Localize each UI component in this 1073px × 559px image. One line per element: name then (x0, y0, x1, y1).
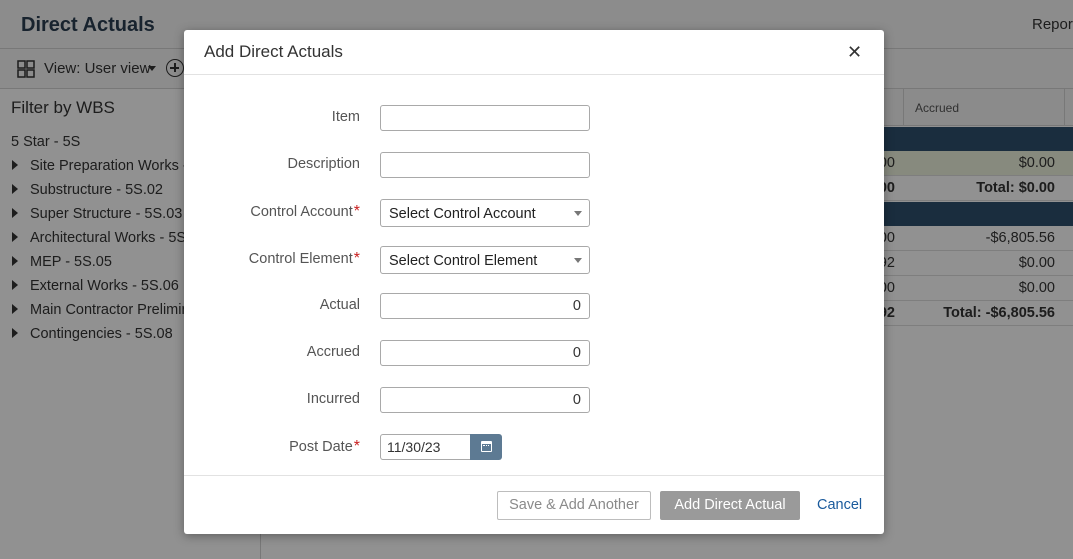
item-input[interactable] (380, 105, 590, 131)
add-direct-actuals-dialog: Add Direct Actuals ✕ Item Description Co… (184, 30, 884, 534)
dialog-title: Add Direct Actuals (204, 42, 343, 61)
post-date-label: Post Date* (289, 438, 360, 455)
control-element-value: Select Control Element (389, 253, 538, 269)
accrued-label: Accrued (306, 344, 360, 360)
calendar-icon (481, 441, 492, 452)
required-marker: * (353, 438, 360, 455)
accrued-input[interactable] (380, 340, 590, 366)
save-add-another-button[interactable]: Save & Add Another (497, 491, 651, 520)
required-marker: * (353, 250, 360, 267)
dialog-footer: Save & Add Another Add Direct Actual Can… (184, 475, 884, 534)
add-direct-actual-button[interactable]: Add Direct Actual (660, 491, 800, 520)
control-element-select[interactable]: Select Control Element (380, 246, 590, 274)
cancel-button[interactable]: Cancel (817, 497, 862, 513)
post-date-input[interactable] (380, 434, 471, 460)
chevron-down-icon (574, 258, 582, 263)
description-label: Description (287, 156, 360, 172)
date-picker-button[interactable] (470, 434, 502, 460)
actual-label: Actual (319, 297, 360, 313)
control-account-value: Select Control Account (389, 206, 536, 222)
dialog-header: Add Direct Actuals ✕ (184, 30, 884, 75)
item-label: Item (331, 109, 360, 125)
incurred-input[interactable] (380, 387, 590, 413)
control-account-select[interactable]: Select Control Account (380, 199, 590, 227)
chevron-down-icon (574, 211, 582, 216)
description-input[interactable] (380, 152, 590, 178)
actual-input[interactable] (380, 293, 590, 319)
incurred-label: Incurred (306, 391, 360, 407)
control-element-label: Control Element* (248, 250, 360, 267)
close-icon[interactable]: ✕ (847, 43, 862, 61)
required-marker: * (353, 203, 360, 220)
control-account-label: Control Account* (250, 203, 360, 220)
